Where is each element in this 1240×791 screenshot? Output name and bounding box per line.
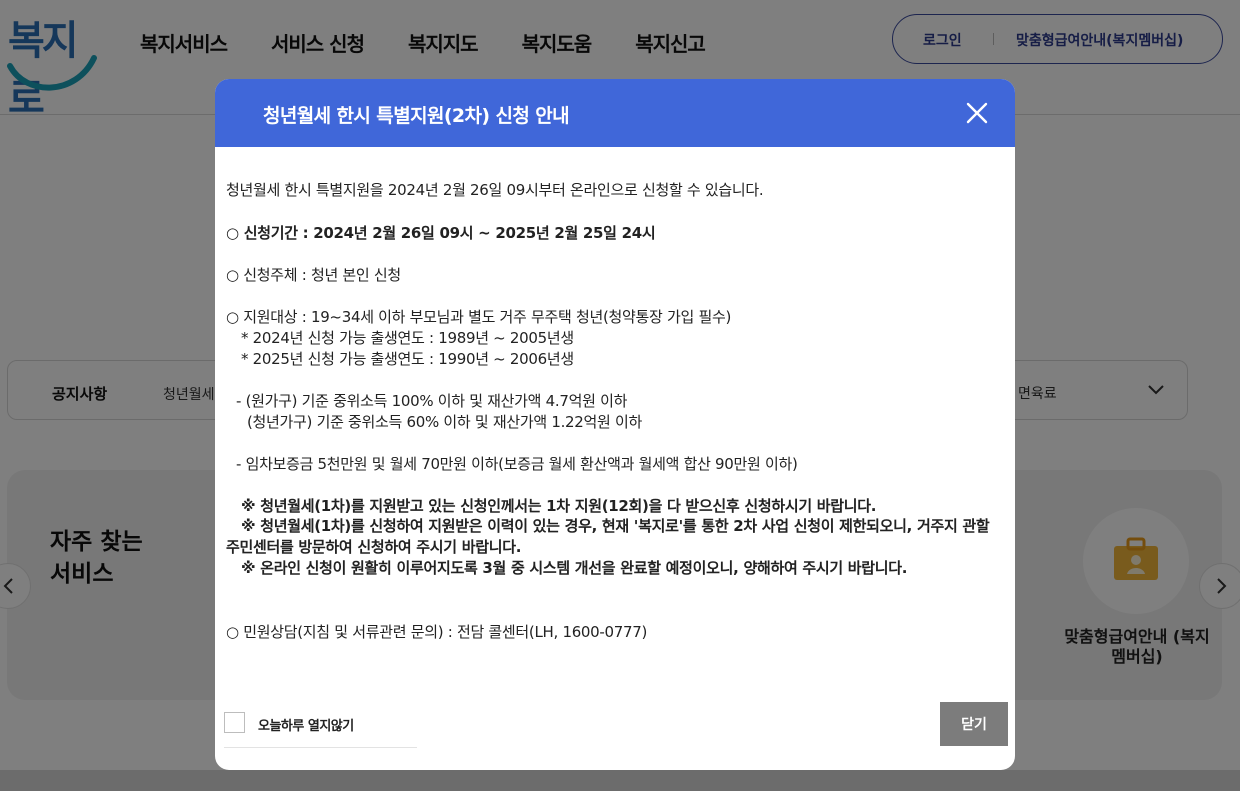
contact-info: ○ 민원상담(지침 및 서류관련 문의) : 전담 콜센터(LH, 1600-0… bbox=[226, 623, 648, 641]
income-youth-household: (청년가구) 기준 중위소득 60% 이하 및 재산가액 1.22억원 이하 bbox=[247, 413, 642, 431]
support-target: ○ 지원대상 : 19~34세 이하 부모님과 별도 거주 무주택 청년(청약통… bbox=[226, 308, 732, 326]
modal-header: 청년월세 한시 특별지원(2차) 신청 안내 bbox=[215, 79, 1015, 147]
apply-subject: ○ 신청주체 : 청년 본인 신청 bbox=[226, 266, 401, 284]
dont-show-today: 오늘하루 열지않기 bbox=[224, 712, 417, 748]
deposit-condition: - 임차보증금 5천만원 및 월세 70만원 이하(보증금 월세 환산액과 월세… bbox=[236, 455, 798, 473]
notice-first-round: ※ 청년월세(1차)를 지원받고 있는 신청인께서는 1차 지원(12회)을 다… bbox=[241, 497, 877, 515]
dont-show-label[interactable]: 오늘하루 열지않기 bbox=[258, 715, 354, 734]
birth-year-2025: * 2025년 신청 가능 출생연도 : 1990년 ~ 2006년생 bbox=[241, 350, 574, 368]
dont-show-checkbox[interactable] bbox=[224, 712, 245, 733]
birth-year-2024: * 2024년 신청 가능 출생연도 : 1989년 ~ 2005년생 bbox=[241, 329, 574, 347]
notice-system-improvement: ※ 온라인 신청이 원활히 이루어지도록 3월 중 시스템 개선을 완료할 예정… bbox=[241, 559, 908, 577]
close-button[interactable]: 닫기 bbox=[940, 702, 1008, 746]
income-origin-household: - (원가구) 기준 중위소득 100% 이하 및 재산가액 4.7억원 이하 bbox=[236, 392, 628, 410]
intro-text: 청년월세 한시 특별지원을 2024년 2월 26일 09시부터 온라인으로 신… bbox=[226, 181, 764, 199]
modal-title: 청년월세 한시 특별지원(2차) 신청 안내 bbox=[263, 105, 570, 127]
close-icon[interactable] bbox=[965, 101, 989, 125]
notice-restriction: ※ 청년월세(1차)를 신청하여 지원받은 이력이 있는 경우, 현재 '복지로… bbox=[226, 517, 990, 556]
apply-period: ○ 신청기간 : 2024년 2월 26일 09시 ~ 2025년 2월 25일… bbox=[226, 224, 656, 242]
notice-modal: 청년월세 한시 특별지원(2차) 신청 안내 청년월세 한시 특별지원을 202… bbox=[215, 79, 1015, 770]
